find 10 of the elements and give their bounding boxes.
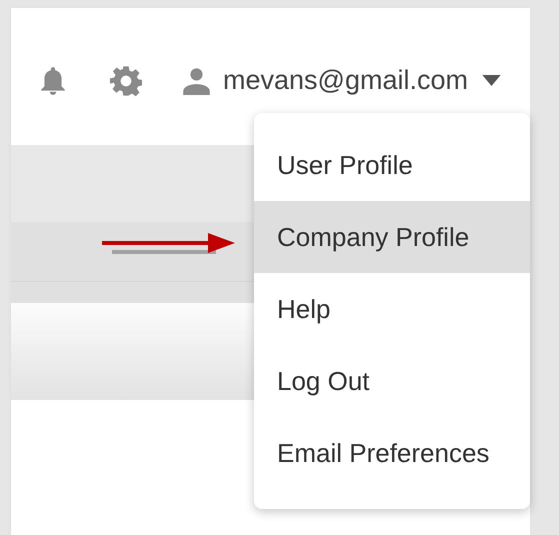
menu-item[interactable]: Company Profile — [254, 201, 530, 273]
user-menu-button[interactable]: mevans@gmail.com — [182, 65, 501, 96]
menu-item[interactable]: Help — [254, 273, 530, 345]
menu-item[interactable]: User Profile — [254, 129, 530, 201]
settings-icon[interactable] — [110, 64, 142, 96]
menu-item[interactable]: Email Preferences — [254, 417, 530, 489]
caret-icon — [482, 75, 501, 86]
menu-item[interactable]: Log Out — [254, 345, 530, 417]
bell-icon[interactable] — [40, 66, 66, 96]
person-icon — [182, 66, 211, 95]
